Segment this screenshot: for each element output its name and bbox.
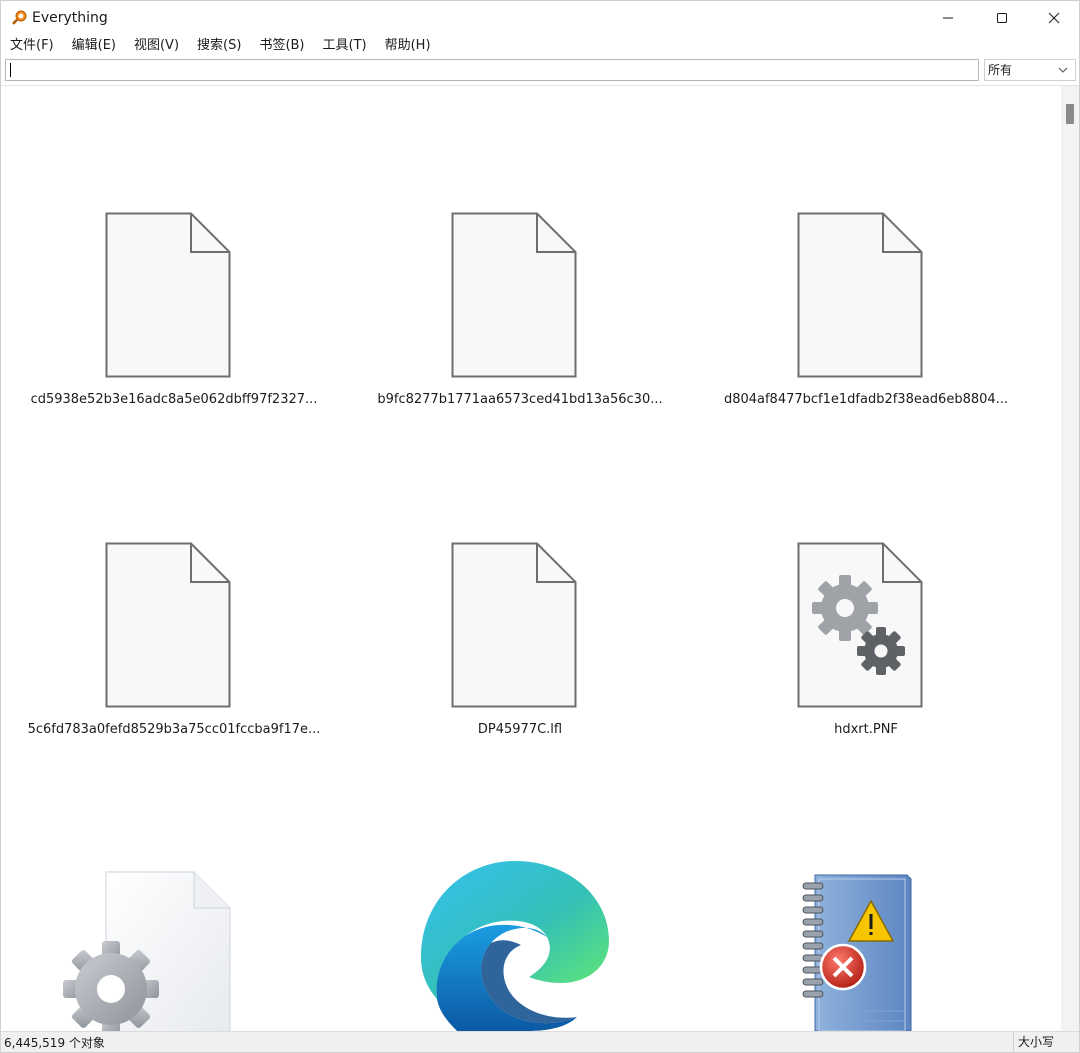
blank-file-icon [105,542,231,708]
blank-file-icon [451,212,577,378]
results-thumbnail-view: cd5938e52b3e16adc8a5e062dbff97f2327... b… [1,86,1061,1031]
blank-file-icon [451,542,577,708]
error-log-notebook-icon [802,874,912,1031]
everything-window: Everything 文件(F) 编辑(E) 视图(V) 搜索(S) 书签(B)… [0,0,1080,1053]
file-tile[interactable] [347,756,693,1031]
vertical-scrollbar[interactable] [1061,86,1079,1031]
menu-tools[interactable]: 工具(T) [315,34,375,57]
chevron-down-icon [1058,67,1068,73]
file-name: d804af8477bcf1e1dfadb2f38ead6eb8804... [723,392,1009,407]
close-icon [1048,12,1060,23]
menu-edit[interactable]: 编辑(E) [64,34,124,57]
file-name: DP45977C.lfl [477,722,563,737]
file-tile[interactable]: DP45977C.lfl [347,426,693,756]
file-name: b9fc8277b1771aa6573ced41bd13a56c30... [377,392,663,407]
close-button[interactable] [1027,1,1079,34]
file-name: cd5938e52b3e16adc8a5e062dbff97f2327... [30,392,318,407]
settings-file-icon [797,542,923,708]
match-case-indicator[interactable]: 大小写 [1013,1032,1079,1052]
maximize-icon [997,12,1007,23]
edge-browser-icon [421,861,609,1031]
search-row: 所有 [1,57,1079,85]
menu-bar: 文件(F) 编辑(E) 视图(V) 搜索(S) 书签(B) 工具(T) 帮助(H… [1,34,1079,57]
file-tile[interactable] [693,756,1039,1031]
text-caret [10,63,11,77]
menu-file[interactable]: 文件(F) [2,34,62,57]
file-name: 5c6fd783a0fefd8529b3a75cc01fccba9f17e... [27,722,321,737]
scrollbar-thumb[interactable] [1066,104,1074,124]
file-tile[interactable]: d804af8477bcf1e1dfadb2f38ead6eb8804... [693,86,1039,426]
menu-help[interactable]: 帮助(H) [377,34,439,57]
file-name: hdxrt.PNF [834,722,898,737]
title-bar: Everything [1,1,1079,34]
magnifier-app-icon [12,10,27,25]
window-title: Everything [32,10,108,26]
filter-selected-value: 所有 [988,63,1013,77]
filter-dropdown[interactable]: 所有 [984,59,1076,81]
minimize-icon [943,17,953,18]
system-file-gear-icon [63,871,231,1031]
search-input[interactable] [5,59,979,81]
maximize-button[interactable] [975,1,1029,34]
file-tile[interactable]: b9fc8277b1771aa6573ced41bd13a56c30... [347,86,693,426]
blank-file-icon [105,212,231,378]
status-bar: 6,445,519 个对象 大小写 [1,1031,1079,1052]
menu-bookmarks[interactable]: 书签(B) [251,34,312,57]
file-tile[interactable]: cd5938e52b3e16adc8a5e062dbff97f2327... [1,86,347,426]
menu-view[interactable]: 视图(V) [126,34,187,57]
menu-search[interactable]: 搜索(S) [189,34,249,57]
file-tile[interactable]: 5c6fd783a0fefd8529b3a75cc01fccba9f17e... [1,426,347,756]
blank-file-icon [797,212,923,378]
file-tile[interactable] [1,756,347,1031]
file-tile[interactable]: hdxrt.PNF [693,426,1039,756]
object-count: 6,445,519 个对象 [4,1036,105,1050]
minimize-button[interactable] [921,1,975,34]
